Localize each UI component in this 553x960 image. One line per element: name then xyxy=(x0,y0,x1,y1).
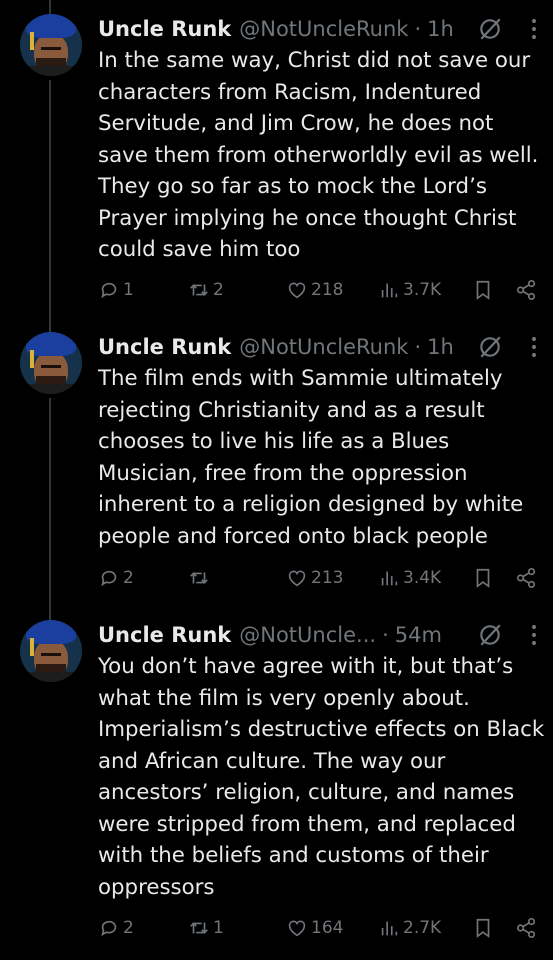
bookmark-button[interactable] xyxy=(472,277,494,303)
display-name[interactable]: Uncle Runk xyxy=(98,623,231,647)
user-handle[interactable]: @NotUncleRunk xyxy=(239,335,408,359)
views-button[interactable]: 3.7K xyxy=(378,277,441,303)
separator: · xyxy=(414,335,422,359)
more-icon[interactable] xyxy=(525,622,543,648)
avatar[interactable] xyxy=(20,14,82,76)
share-button[interactable] xyxy=(515,915,537,941)
tweet-text: The film ends with Sammie ultimately rej… xyxy=(98,366,524,549)
bookmark-button[interactable] xyxy=(472,915,494,941)
timestamp[interactable]: 1h xyxy=(427,17,454,41)
views-icon xyxy=(381,571,398,586)
more-icon[interactable] xyxy=(525,16,543,42)
bookmark-button[interactable] xyxy=(472,565,494,591)
reply-count: 1 xyxy=(123,280,134,300)
repost-icon xyxy=(190,572,208,584)
timestamp[interactable]: 54m xyxy=(395,623,442,647)
tweet-actions: 2 213 3.4K xyxy=(98,565,543,591)
share-button[interactable] xyxy=(515,277,537,303)
tweet-header: Uncle Runk @NotUncle... · 54m xyxy=(98,620,543,650)
avatar[interactable] xyxy=(20,332,82,394)
reply-button[interactable]: 2 xyxy=(98,565,134,591)
share-icon xyxy=(516,280,536,300)
like-count: 164 xyxy=(311,918,344,938)
share-button[interactable] xyxy=(515,565,537,591)
reply-button[interactable]: 1 xyxy=(98,277,134,303)
like-icon xyxy=(288,920,306,937)
like-icon xyxy=(288,570,306,587)
thread-line xyxy=(49,80,51,332)
views-button[interactable]: 2.7K xyxy=(378,915,441,941)
views-icon xyxy=(381,283,398,298)
bookmark-icon xyxy=(476,568,490,588)
reply-button[interactable]: 2 xyxy=(98,915,134,941)
separator: · xyxy=(414,17,422,41)
grok-icon[interactable] xyxy=(477,16,503,42)
reply-icon xyxy=(101,920,117,937)
tweet-text: You don’t have agree with it, but that’s… xyxy=(98,654,545,900)
repost-button[interactable]: 2 xyxy=(188,277,224,303)
user-handle[interactable]: @NotUncle... xyxy=(239,623,376,647)
repost-count: 1 xyxy=(213,918,224,938)
like-count: 213 xyxy=(311,568,344,588)
separator: · xyxy=(382,623,389,647)
repost-button[interactable]: 1 xyxy=(188,915,224,941)
share-icon xyxy=(516,568,536,588)
grok-icon[interactable] xyxy=(477,334,503,360)
tweet-actions: 2 1 164 2.7K xyxy=(98,915,543,941)
avatar[interactable] xyxy=(20,620,82,682)
repost-icon xyxy=(190,922,208,934)
share-icon xyxy=(516,918,536,938)
views-count: 2.7K xyxy=(403,918,442,938)
views-count: 3.7K xyxy=(403,280,442,300)
thread-line xyxy=(49,398,51,620)
views-button[interactable]: 3.4K xyxy=(378,565,441,591)
conversation-thread: Uncle Runk @NotUncleRunk · 1h In the sam… xyxy=(0,0,553,960)
thread-line xyxy=(49,0,51,14)
tweet-header: Uncle Runk @NotUncleRunk · 1h xyxy=(98,14,543,44)
views-count: 3.4K xyxy=(403,568,442,588)
timestamp[interactable]: 1h xyxy=(427,335,454,359)
bookmark-icon xyxy=(476,918,490,938)
grok-icon[interactable] xyxy=(477,622,503,648)
views-icon xyxy=(381,921,398,936)
reply-icon xyxy=(101,282,117,299)
repost-button[interactable] xyxy=(188,565,213,591)
user-handle[interactable]: @NotUncleRunk xyxy=(239,17,408,41)
reply-icon xyxy=(101,570,117,587)
like-count: 218 xyxy=(311,280,344,300)
reply-count: 2 xyxy=(123,918,134,938)
repost-icon xyxy=(190,284,208,296)
tweet-text: In the same way, Christ did not save our… xyxy=(98,48,539,262)
display-name[interactable]: Uncle Runk xyxy=(98,17,231,41)
bookmark-icon xyxy=(476,280,490,300)
like-button[interactable]: 218 xyxy=(286,277,343,303)
like-button[interactable]: 213 xyxy=(286,565,343,591)
more-icon[interactable] xyxy=(525,334,543,360)
like-icon xyxy=(288,282,306,299)
tweet-header: Uncle Runk @NotUncleRunk · 1h xyxy=(98,332,543,362)
reply-count: 2 xyxy=(123,568,134,588)
like-button[interactable]: 164 xyxy=(286,915,343,941)
display-name[interactable]: Uncle Runk xyxy=(98,335,231,359)
repost-count: 2 xyxy=(213,280,224,300)
tweet-actions: 1 2 218 3.7K xyxy=(98,277,543,303)
